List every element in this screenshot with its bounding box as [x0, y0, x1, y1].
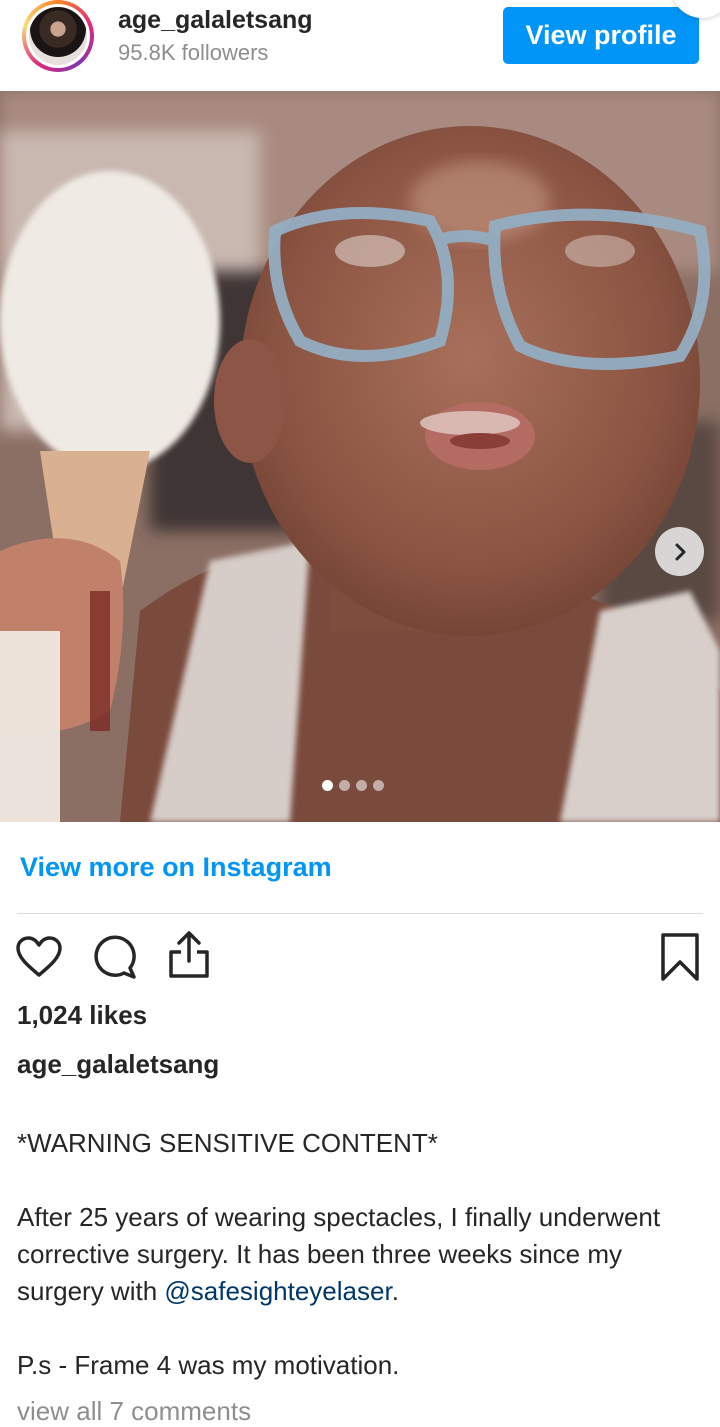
- carousel-dot: [373, 780, 384, 791]
- view-profile-button[interactable]: View profile: [503, 7, 699, 64]
- caption-ps: P.s - Frame 4 was my motivation.: [17, 1350, 400, 1380]
- header-username[interactable]: age_galaletsang: [118, 6, 313, 35]
- caption-text: *WARNING SENSITIVE CONTENT* After 25 yea…: [17, 1125, 711, 1421]
- post-header: age_galaletsang 95.8K followers View pro…: [0, 0, 720, 91]
- view-comments-link[interactable]: view all 7 comments: [17, 1396, 251, 1427]
- follower-count: 95.8K followers: [118, 40, 269, 65]
- caption-warning: *WARNING SENSITIVE CONTENT*: [17, 1128, 438, 1158]
- divider: [17, 913, 703, 914]
- carousel-dot: [339, 780, 350, 791]
- comment-button[interactable]: [90, 934, 138, 980]
- profile-photo: [29, 7, 87, 65]
- share-button[interactable]: [165, 930, 213, 980]
- post-photo[interactable]: [0, 91, 720, 822]
- view-more-link[interactable]: View more on Instagram: [20, 852, 332, 883]
- photo-illustration: [0, 91, 720, 822]
- carousel-indicator: [322, 780, 384, 792]
- comment-icon: [94, 935, 136, 979]
- carousel-dot: [356, 780, 367, 791]
- carousel-next-button[interactable]: [655, 527, 704, 576]
- carousel-dot-active: [322, 780, 333, 791]
- heart-icon: [16, 936, 62, 977]
- mention-link[interactable]: @safesighteyelaser: [164, 1276, 391, 1306]
- share-icon: [169, 931, 209, 978]
- caption-body: After 25 years of wearing spectacles, I …: [17, 1202, 661, 1306]
- like-count[interactable]: 1,024 likes: [17, 1000, 147, 1031]
- save-button[interactable]: [658, 932, 702, 982]
- avatar[interactable]: [22, 0, 94, 72]
- like-button[interactable]: [15, 935, 63, 979]
- caption-username[interactable]: age_galaletsang: [17, 1049, 219, 1080]
- bookmark-icon: [661, 933, 699, 981]
- chevron-right-icon: [675, 543, 685, 560]
